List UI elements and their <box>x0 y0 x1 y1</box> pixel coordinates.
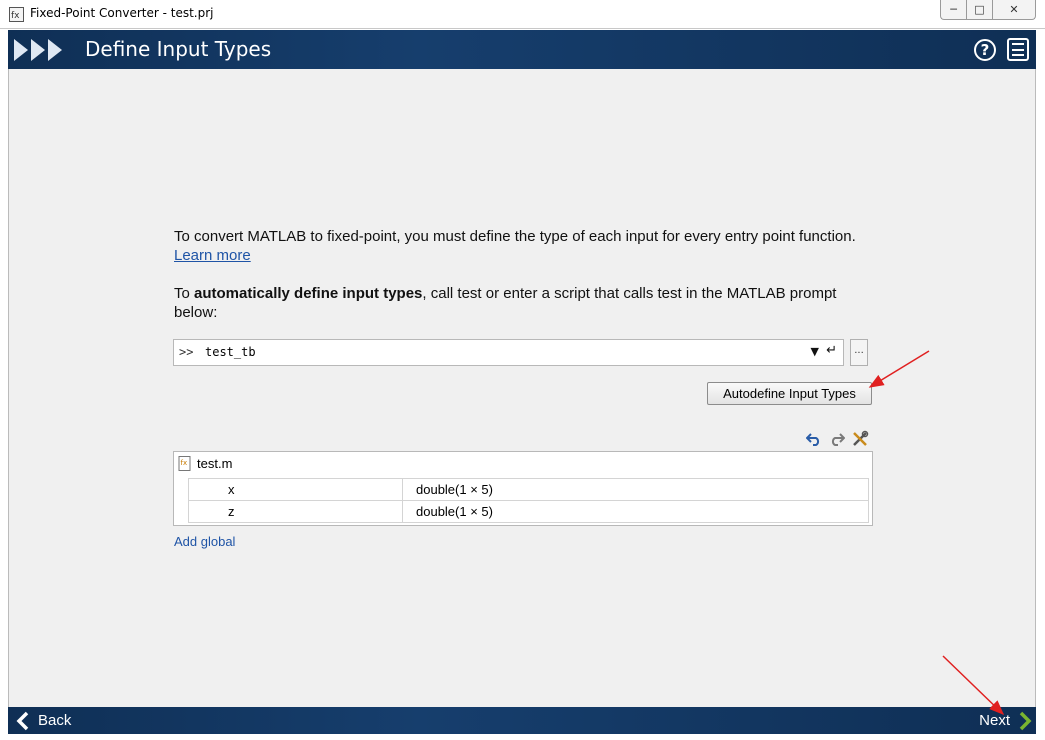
table-row[interactable]: z double(1 × 5) <box>188 500 869 523</box>
input-type[interactable]: double(1 × 5) <box>402 500 869 523</box>
auto-prefix: To <box>174 285 195 302</box>
input-types-panel: fx test.m x double(1 × 5) z double(1 × 5… <box>173 451 873 526</box>
input-type[interactable]: double(1 × 5) <box>402 478 869 501</box>
auto-define-text: To automatically define input types, cal… <box>174 284 874 322</box>
tools-icon[interactable] <box>851 430 869 448</box>
intro-line: To convert MATLAB to fixed-point, you mu… <box>174 228 856 245</box>
redo-icon[interactable] <box>828 430 846 448</box>
chevrons-icon <box>14 39 65 61</box>
app-icon: fx <box>9 7 24 22</box>
chevron-right-icon <box>1019 711 1032 730</box>
table-toolbar <box>805 430 869 448</box>
input-types-table: x double(1 × 5) z double(1 × 5) <box>188 478 869 523</box>
add-global-link[interactable]: Add global <box>174 534 235 549</box>
main-panel <box>8 69 1036 707</box>
close-button[interactable]: ✕ <box>992 0 1036 20</box>
maximize-icon: □ <box>974 3 985 16</box>
enter-icon[interactable]: ↵ <box>826 343 837 358</box>
chevron-left-icon <box>16 711 29 730</box>
window-titlebar: fx Fixed-Point Converter - test.prj ─ □ … <box>0 0 1045 29</box>
auto-bold: automatically define input types <box>194 285 423 302</box>
input-name: x <box>188 478 403 501</box>
minimize-icon: ─ <box>950 3 957 16</box>
minimize-button[interactable]: ─ <box>940 0 966 20</box>
svg-text:fx: fx <box>11 11 20 21</box>
instructions: To convert MATLAB to fixed-point, you mu… <box>174 227 874 322</box>
footer-bar: Back Next <box>8 707 1036 734</box>
maximize-button[interactable]: □ <box>966 0 992 20</box>
window-bottom-border <box>0 734 1045 740</box>
undo-icon[interactable] <box>805 430 823 448</box>
command-value[interactable]: test_tb <box>205 345 256 359</box>
table-row[interactable]: x double(1 × 5) <box>188 478 869 501</box>
back-label: Back <box>38 712 72 729</box>
close-icon: ✕ <box>1009 3 1019 16</box>
next-button[interactable]: Next <box>979 709 1032 732</box>
file-icon: fx <box>178 456 193 471</box>
entry-point-file: test.m <box>197 456 233 471</box>
command-input[interactable]: >> test_tb ▼ ↵ <box>173 339 844 366</box>
chevron-down-icon[interactable]: ▼ <box>811 345 819 358</box>
input-name: z <box>188 500 403 523</box>
command-prompt: >> <box>179 345 194 359</box>
autodefine-input-types-button[interactable]: Autodefine Input Types <box>707 382 872 405</box>
next-label: Next <box>979 712 1010 729</box>
help-icon[interactable]: ? <box>974 39 996 61</box>
page-title: Define Input Types <box>85 37 272 61</box>
command-row: >> test_tb ▼ ↵ ... <box>173 339 871 366</box>
window-controls: ─ □ ✕ <box>940 0 1036 20</box>
intro-text: To convert MATLAB to fixed-point, you mu… <box>174 227 874 265</box>
window-title: Fixed-Point Converter - test.prj <box>30 6 214 20</box>
header-bar: Define Input Types ? <box>8 30 1036 69</box>
learn-more-link[interactable]: Learn more <box>174 247 251 264</box>
menu-icon[interactable] <box>1007 38 1029 61</box>
browse-button[interactable]: ... <box>850 339 868 366</box>
svg-text:fx: fx <box>181 459 188 467</box>
back-button[interactable]: Back <box>16 709 71 732</box>
